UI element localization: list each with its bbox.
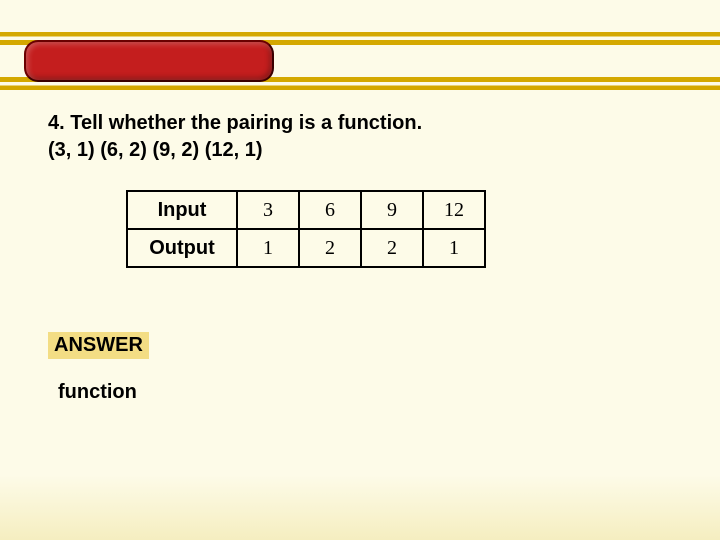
io-table-wrap: Input 3 6 9 12 Output 1 2 2 1 xyxy=(126,190,672,268)
title-pill xyxy=(24,40,274,82)
pairs-text: (3, 1) (6, 2) (9, 2) (12, 1) xyxy=(48,139,672,162)
input-cell: 9 xyxy=(361,191,423,229)
output-cell: 1 xyxy=(423,229,485,267)
slide-content: 4. Tell whether the pairing is a functio… xyxy=(48,110,672,404)
output-cell: 2 xyxy=(299,229,361,267)
answer-label: ANSWER xyxy=(48,332,149,359)
output-cell: 1 xyxy=(237,229,299,267)
question-text: 4. Tell whether the pairing is a functio… xyxy=(48,110,672,137)
table-row: Input 3 6 9 12 xyxy=(127,191,485,229)
answer-text: function xyxy=(58,381,672,404)
output-cell: 2 xyxy=(361,229,423,267)
io-table: Input 3 6 9 12 Output 1 2 2 1 xyxy=(126,190,486,268)
input-cell: 12 xyxy=(423,191,485,229)
output-label: Output xyxy=(127,229,237,267)
table-row: Output 1 2 2 1 xyxy=(127,229,485,267)
input-label: Input xyxy=(127,191,237,229)
input-cell: 6 xyxy=(299,191,361,229)
input-cell: 3 xyxy=(237,191,299,229)
